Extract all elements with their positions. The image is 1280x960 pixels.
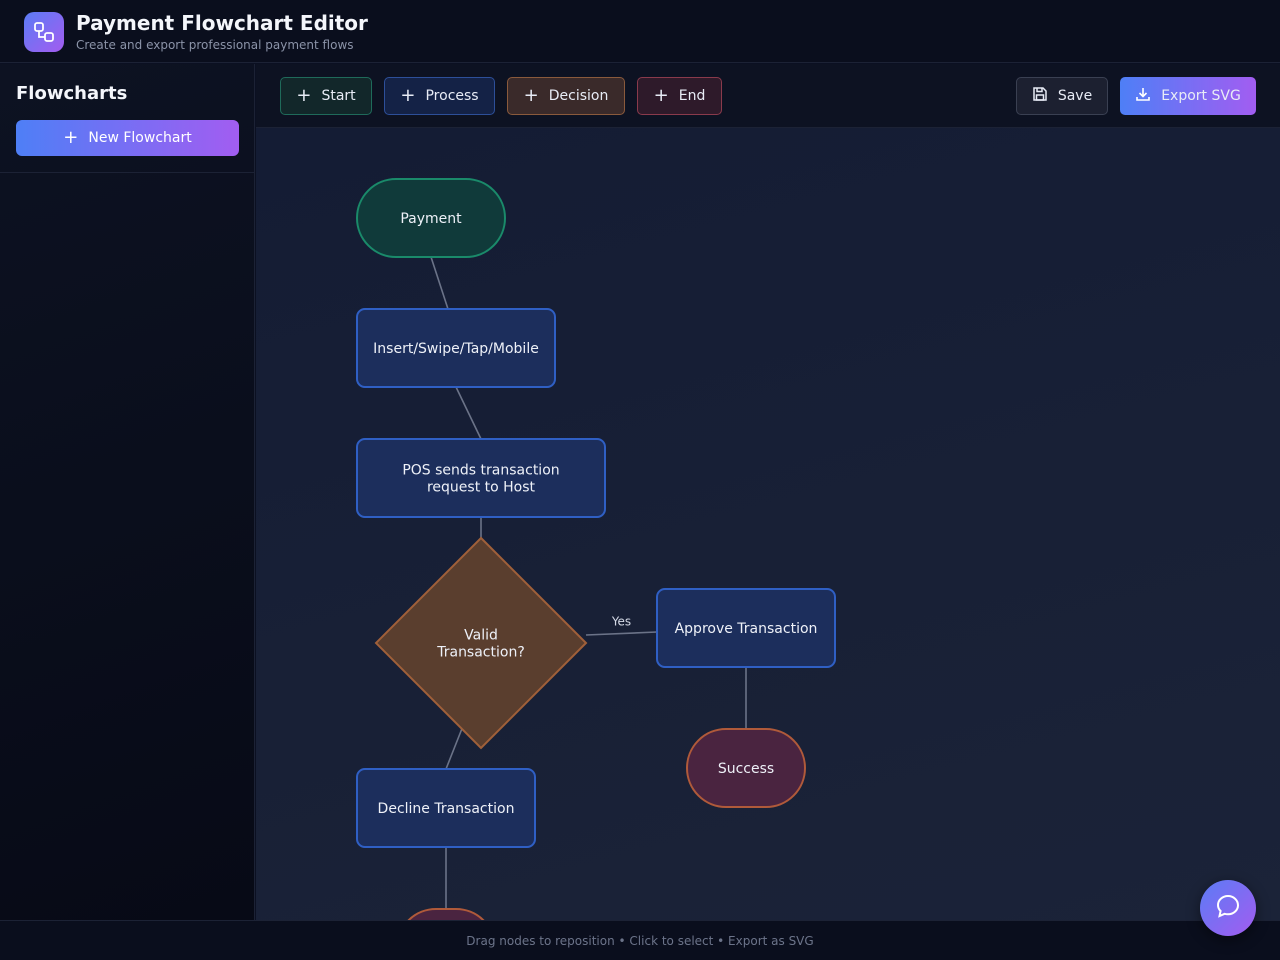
flowchart-diagram[interactable]: Yes Payment Insert/Swipe/Tap/Mobile POS sen… bbox=[256, 128, 1280, 920]
node-label: Approve Transaction bbox=[675, 621, 818, 637]
add-decision-button[interactable]: + Decision bbox=[507, 77, 625, 115]
plus-icon: + bbox=[400, 85, 416, 106]
node-label: Success bbox=[718, 761, 774, 777]
add-decision-label: Decision bbox=[548, 88, 609, 104]
chat-bubble-icon bbox=[1215, 893, 1241, 923]
save-icon bbox=[1032, 86, 1048, 106]
sidebar-title: Flowcharts bbox=[16, 83, 128, 104]
node-label: Transaction? bbox=[436, 645, 525, 661]
sidebar: Flowcharts + New Flowchart bbox=[0, 64, 255, 920]
plus-icon: + bbox=[63, 127, 79, 148]
app-subtitle: Create and export professional payment f… bbox=[76, 38, 354, 52]
node-pos[interactable]: POS sends transactionrequest to Host bbox=[356, 438, 606, 518]
export-svg-button[interactable]: Export SVG bbox=[1120, 77, 1256, 115]
chat-button[interactable] bbox=[1200, 880, 1256, 936]
node-label: Payment bbox=[400, 211, 462, 227]
node-decline[interactable]: Decline Transaction bbox=[356, 768, 536, 848]
add-process-label: Process bbox=[425, 88, 479, 104]
flowchart-icon bbox=[24, 12, 64, 52]
save-label: Save bbox=[1057, 88, 1093, 104]
flowchart-canvas[interactable]: Yes Payment Insert/Swipe/Tap/Mobile POS sen… bbox=[256, 128, 1280, 920]
new-flowchart-label: New Flowchart bbox=[88, 130, 192, 146]
node-label: Valid bbox=[464, 628, 498, 644]
save-button[interactable]: Save bbox=[1016, 77, 1108, 115]
node-success[interactable]: Success bbox=[686, 728, 806, 808]
add-end-button[interactable]: + End bbox=[637, 77, 722, 115]
footer: Drag nodes to reposition • Click to sele… bbox=[0, 920, 1280, 960]
edge-insert-pos[interactable] bbox=[455, 386, 482, 440]
add-start-button[interactable]: + Start bbox=[280, 77, 372, 115]
node-valid[interactable]: ValidTransaction? bbox=[374, 536, 588, 750]
edge-valid-decline[interactable] bbox=[445, 725, 464, 770]
add-end-label: End bbox=[678, 88, 706, 104]
add-start-label: Start bbox=[321, 88, 356, 104]
add-process-button[interactable]: + Process bbox=[384, 77, 495, 115]
node-label: request to Host bbox=[427, 480, 536, 496]
edge-payment-insert[interactable] bbox=[430, 256, 449, 310]
plus-icon: + bbox=[523, 85, 539, 106]
edge-label: Yes bbox=[611, 615, 631, 629]
plus-icon: + bbox=[653, 85, 669, 106]
sidebar-divider bbox=[0, 172, 255, 173]
node-payment[interactable]: Payment bbox=[356, 178, 506, 258]
app-title: Payment Flowchart Editor bbox=[76, 11, 368, 35]
download-icon bbox=[1135, 86, 1151, 106]
node-label: Insert/Swipe/Tap/Mobile bbox=[373, 341, 539, 357]
new-flowchart-button[interactable]: + New Flowchart bbox=[16, 120, 239, 156]
footer-hint: Drag nodes to reposition • Click to sele… bbox=[466, 933, 814, 948]
node-insert[interactable]: Insert/Swipe/Tap/Mobile bbox=[356, 308, 556, 388]
node-label: Decline Transaction bbox=[378, 801, 515, 817]
node-failure[interactable] bbox=[397, 908, 495, 920]
plus-icon: + bbox=[296, 85, 312, 106]
node-label: POS sends transaction bbox=[402, 463, 559, 479]
node-approve[interactable]: Approve Transaction bbox=[656, 588, 836, 668]
end-shape[interactable] bbox=[397, 908, 495, 920]
export-svg-label: Export SVG bbox=[1161, 88, 1241, 104]
app-header: Payment Flowchart Editor Create and expo… bbox=[0, 0, 1280, 63]
edge-valid-approve[interactable] bbox=[585, 631, 658, 636]
toolbar: + Start + Process + Decision + End Save bbox=[256, 64, 1280, 128]
